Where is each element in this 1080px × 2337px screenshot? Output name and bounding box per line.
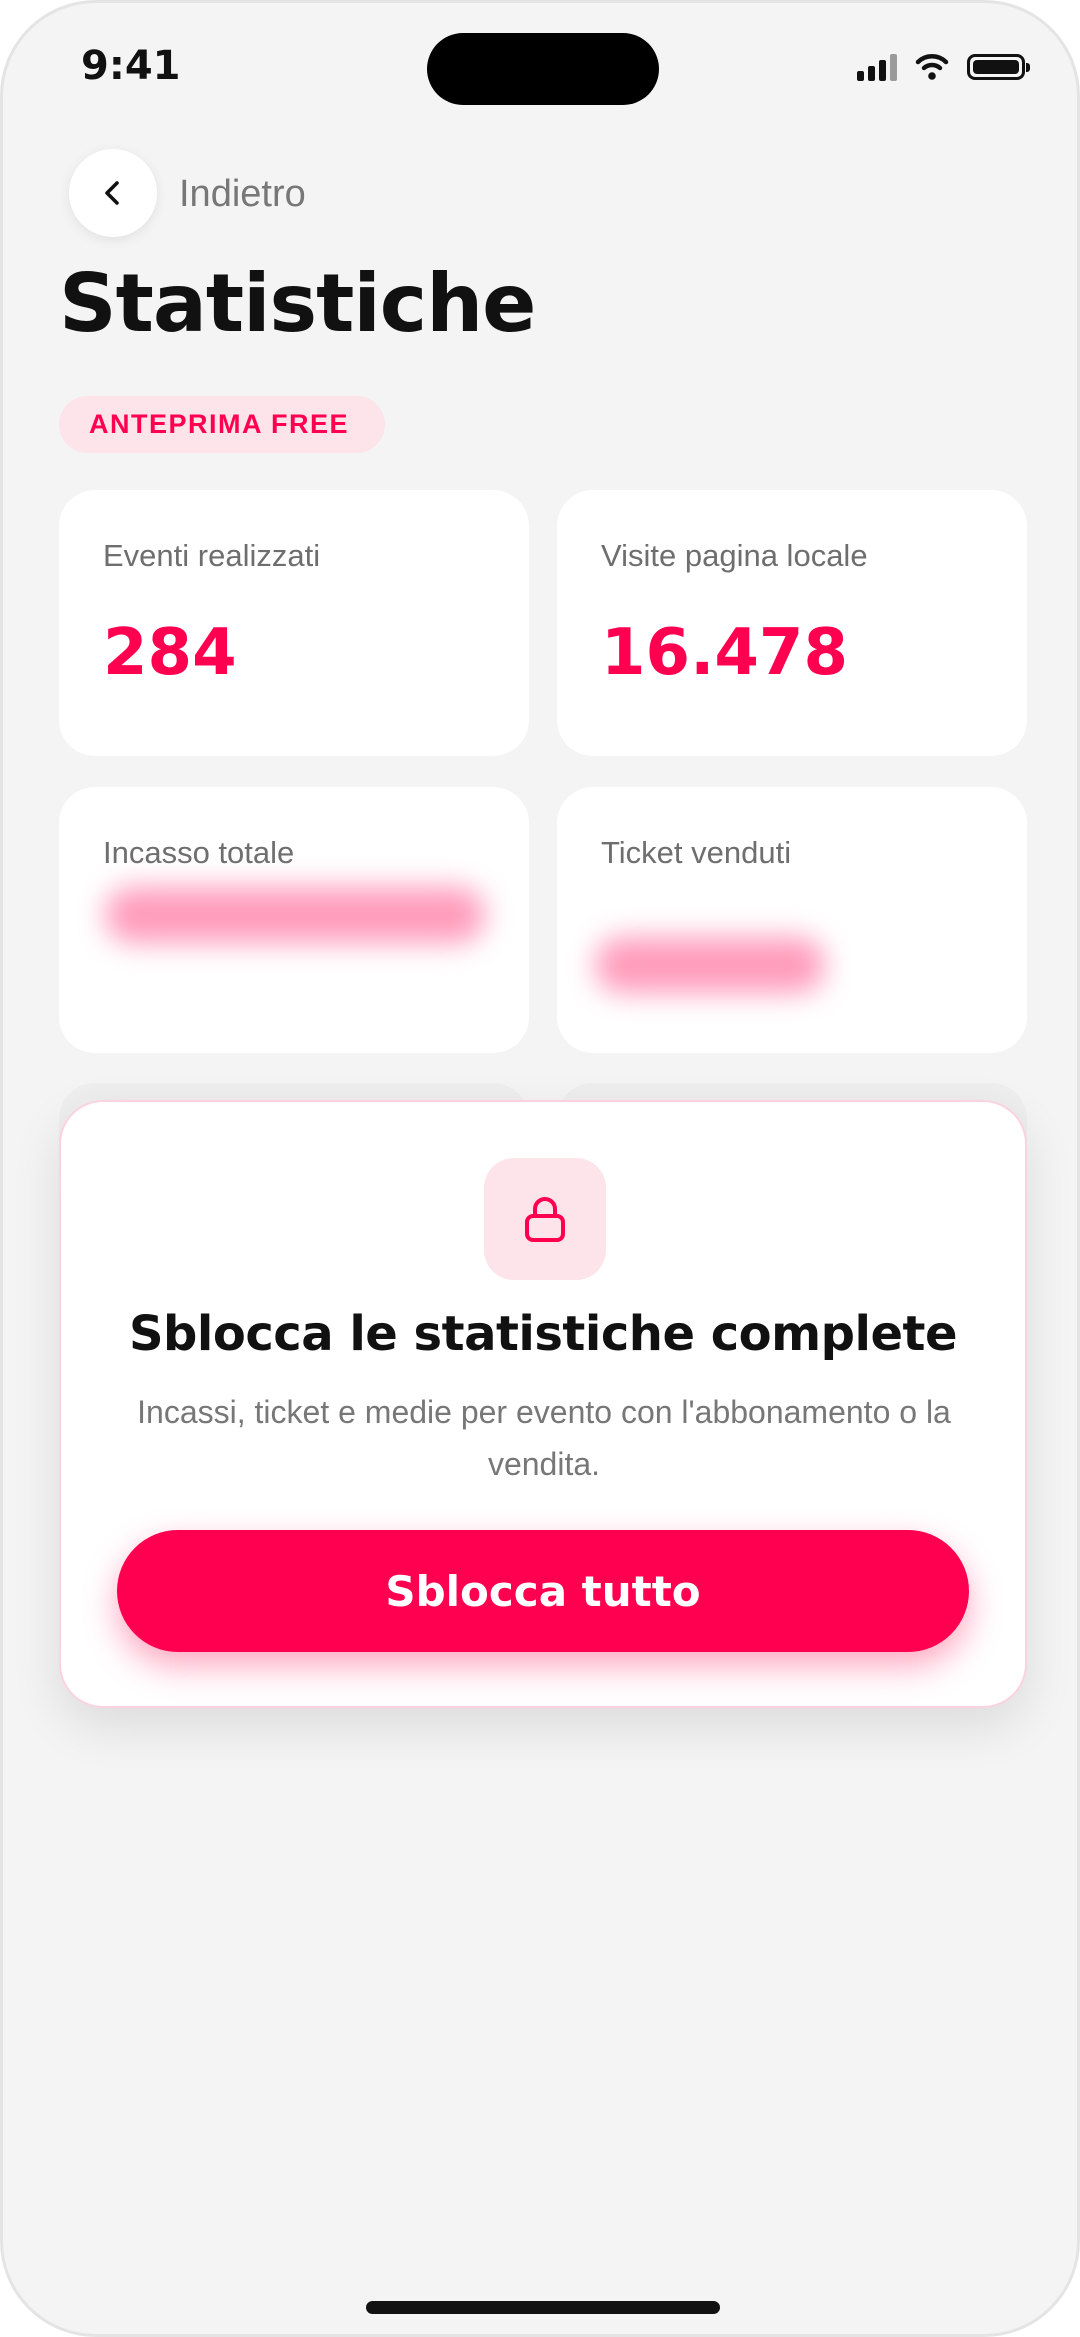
unlock-panel: Sblocca le statistiche complete Incassi,…: [59, 1100, 1027, 1708]
dynamic-island: [427, 33, 659, 105]
status-time: 9:41: [81, 43, 181, 89]
blurred-value: [105, 887, 485, 943]
unlock-all-button[interactable]: Sblocca tutto: [117, 1530, 969, 1652]
lock-icon: [525, 1197, 565, 1242]
cellular-signal-icon: [857, 53, 897, 81]
back-label[interactable]: Indietro: [179, 173, 306, 216]
status-icons: [857, 53, 1030, 81]
preview-badge: ANTEPRIMA FREE: [59, 396, 385, 453]
stat-label: Ticket venduti: [601, 835, 792, 870]
wifi-icon: [915, 54, 949, 80]
stat-label: Visite pagina locale: [601, 538, 868, 573]
stat-value: 284: [103, 616, 237, 690]
back-button[interactable]: [69, 149, 157, 237]
blurred-value: [595, 937, 825, 993]
stat-card-revenue: Incasso totale: [59, 787, 529, 1053]
stat-card-tickets: Ticket venduti: [557, 787, 1027, 1053]
stat-card-events: Eventi realizzati 284: [59, 490, 529, 756]
home-indicator[interactable]: [366, 2301, 720, 2314]
unlock-title: Sblocca le statistiche complete: [128, 1306, 958, 1362]
battery-icon: [967, 54, 1030, 80]
stat-label: Incasso totale: [103, 835, 295, 870]
phone-frame: 9:41 Indietro Statistiche ANTEPRIMA FREE…: [0, 0, 1080, 2337]
chevron-left-icon: [105, 181, 119, 205]
unlock-description: Incassi, ticket e medie per evento con l…: [137, 1394, 951, 1482]
stat-card-visits: Visite pagina locale 16.478: [557, 490, 1027, 756]
lock-icon-container: [484, 1158, 606, 1280]
stat-label: Eventi realizzati: [103, 538, 321, 573]
stat-value: 16.478: [601, 616, 848, 690]
page-title: Statistiche: [59, 257, 536, 350]
